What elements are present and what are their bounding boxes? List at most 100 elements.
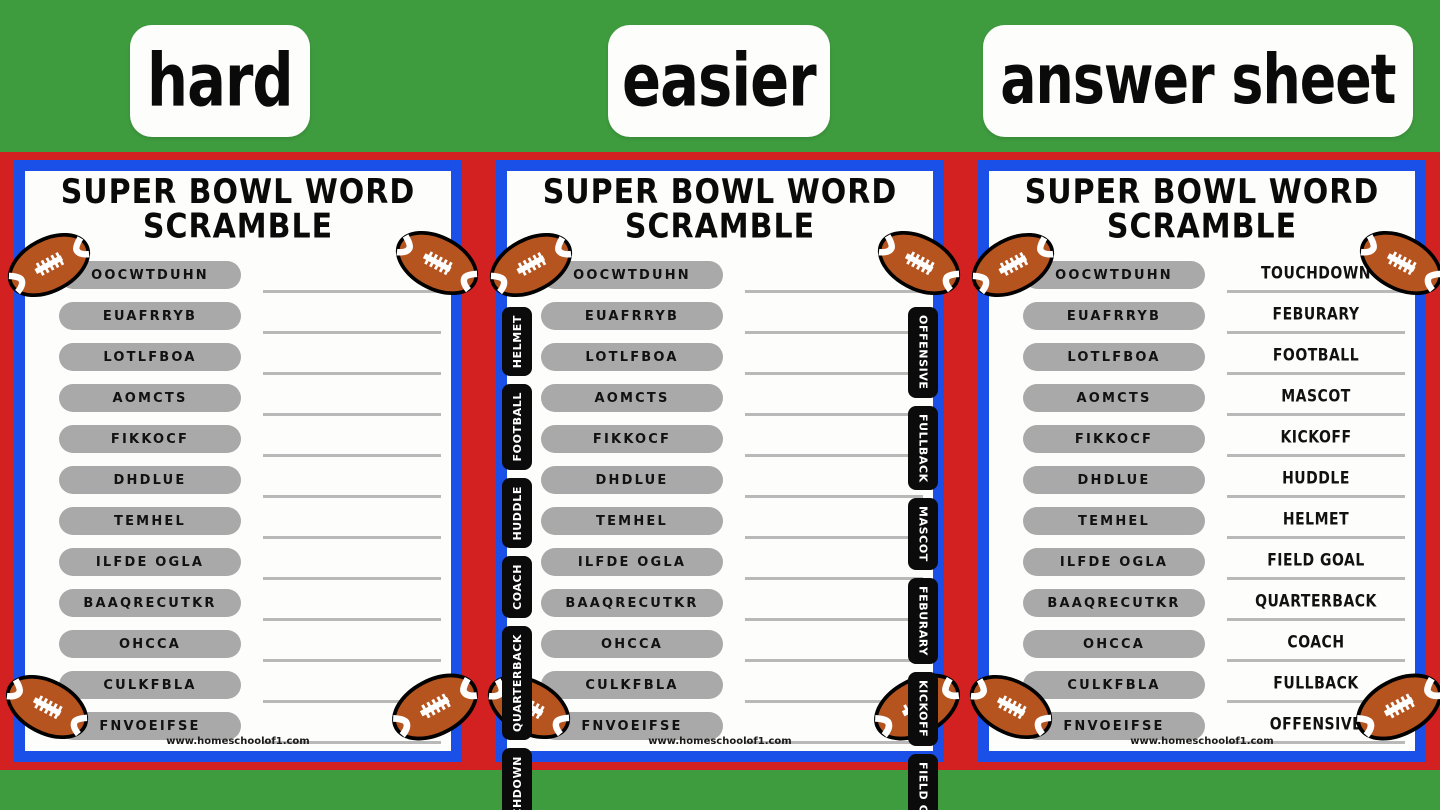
answer-value: FOOTBALL — [1227, 341, 1405, 375]
scrambled-word-pill: CULKFBLA — [541, 671, 723, 699]
scramble-row: TEMHEL — [507, 505, 933, 546]
answer-text: FOOTBALL — [1272, 346, 1360, 366]
worksheet-page: SUPER BOWL WORD SCRAMBLE OOCWTDUHN TOUCHD… — [969, 171, 1440, 751]
scrambled-word-pill: TEMHEL — [1023, 507, 1205, 535]
scramble-row: ILFDE OGLA FIELD GOAL — [989, 546, 1415, 587]
answer-blank-line[interactable] — [263, 300, 441, 334]
worksheet-page: SUPER BOWL WORD SCRAMBLE OOCWTDUHN EUAFRR… — [487, 171, 961, 810]
word-bank-tab-label: FULLBACK — [916, 413, 930, 483]
answer-blank-line[interactable] — [745, 669, 923, 703]
word-bank-tab-label: HUDDLE — [510, 485, 524, 541]
scrambled-word-pill: BAAQRECUTKR — [541, 589, 723, 617]
scrambled-word-pill: LOTLFBOA — [1023, 343, 1205, 371]
footer-url: www.homeschoolof1.com — [166, 736, 310, 747]
answer-blank-line[interactable] — [745, 587, 923, 621]
scramble-row: EUAFRRYB — [25, 300, 451, 341]
answer-value: TOUCHDOWN — [1227, 259, 1405, 293]
label-card-answer-sheet[interactable]: answer sheet — [983, 25, 1413, 137]
answer-value: MASCOT — [1227, 382, 1405, 416]
answer-blank-line[interactable] — [263, 587, 441, 621]
scramble-row-list: OOCWTDUHN EUAFRRYB LOTLFBOA AOMCTS FIKKOCF DH… — [25, 259, 451, 751]
header-strip: hard easier answer sheet — [0, 0, 1440, 152]
word-bank-tab-label: FEBURARY — [916, 586, 930, 657]
answer-blank-line[interactable] — [263, 341, 441, 375]
scrambled-word-pill: OHCCA — [59, 630, 241, 658]
answer-blank-line[interactable] — [745, 259, 923, 293]
answer-blank-line[interactable] — [745, 382, 923, 416]
scrambled-word-pill: ILFDE OGLA — [1023, 548, 1205, 576]
scramble-row: LOTLFBOA — [507, 341, 933, 382]
answer-text: HELMET — [1282, 510, 1350, 530]
scrambled-word-pill: ILFDE OGLA — [541, 548, 723, 576]
scramble-row: CULKFBLA — [507, 669, 933, 710]
answer-value: HELMET — [1227, 505, 1405, 539]
worksheet-title: SUPER BOWL WORD SCRAMBLE — [542, 172, 898, 247]
word-bank-left: HELMET FOOTBALL HUDDLE COACH QUARTERBACK TOUC… — [502, 307, 532, 810]
scrambled-word-pill: BAAQRECUTKR — [1023, 589, 1205, 617]
scramble-row: EUAFRRYB — [507, 300, 933, 341]
scramble-row: FIKKOCF — [25, 423, 451, 464]
answer-blank-line[interactable] — [745, 300, 923, 334]
scramble-row: AOMCTS — [25, 382, 451, 423]
scramble-row: BAAQRECUTKR — [25, 587, 451, 628]
answer-value: KICKOFF — [1227, 423, 1405, 457]
answer-blank-line[interactable] — [263, 259, 441, 293]
word-bank-tab-label: FOOTBALL — [510, 392, 524, 462]
word-bank-tab: HELMET — [502, 307, 532, 377]
worksheet-panel-answer-sheet[interactable]: SUPER BOWL WORD SCRAMBLE OOCWTDUHN TOUCHD… — [969, 160, 1440, 762]
answer-blank-line[interactable] — [263, 669, 441, 703]
scramble-row: CULKFBLA — [25, 669, 451, 710]
word-bank-tab: FIELD GOAL — [908, 753, 938, 810]
scramble-row: TEMHEL HELMET — [989, 505, 1415, 546]
scramble-row: DHDLUE HUDDLE — [989, 464, 1415, 505]
answer-blank-line[interactable] — [263, 423, 441, 457]
word-bank-tab-label: TOUCHDOWN — [510, 756, 524, 810]
label-card-hard-text: hard — [147, 38, 294, 124]
scrambled-word-pill: OOCWTDUHN — [541, 261, 723, 289]
answer-blank-line[interactable] — [745, 341, 923, 375]
label-card-hard[interactable]: hard — [130, 25, 310, 137]
scrambled-word-pill: AOMCTS — [1023, 384, 1205, 412]
scrambled-word-pill: TEMHEL — [541, 507, 723, 535]
answer-blank-line[interactable] — [745, 628, 923, 662]
answer-text: KICKOFF — [1280, 428, 1352, 448]
worksheet-page: SUPER BOWL WORD SCRAMBLE OOCWTDUHN EUAFRR… — [5, 171, 479, 751]
scramble-row: OOCWTDUHN TOUCHDOWN — [989, 259, 1415, 300]
answer-blank-line[interactable] — [745, 423, 923, 457]
scrambled-word-pill: AOMCTS — [541, 384, 723, 412]
answer-blank-line[interactable] — [263, 382, 441, 416]
scramble-row-list: OOCWTDUHN TOUCHDOWN EUAFRRYB FEBURARY LOTLFB… — [989, 259, 1415, 751]
answer-blank-line[interactable] — [745, 546, 923, 580]
footer-url: www.homeschoolof1.com — [1130, 736, 1274, 747]
answer-blank-line[interactable] — [745, 464, 923, 498]
scrambled-word-pill: TEMHEL — [59, 507, 241, 535]
scramble-row: AOMCTS — [507, 382, 933, 423]
scramble-row: LOTLFBOA — [25, 341, 451, 382]
worksheet-panel-easier[interactable]: SUPER BOWL WORD SCRAMBLE OOCWTDUHN EUAFRR… — [487, 160, 961, 810]
word-bank-tab: OFFENSIVE — [908, 307, 938, 398]
scrambled-word-pill: DHDLUE — [541, 466, 723, 494]
scrambled-word-pill: OOCWTDUHN — [1023, 261, 1205, 289]
answer-blank-line[interactable] — [263, 546, 441, 580]
answer-blank-line[interactable] — [263, 505, 441, 539]
scramble-row: CULKFBLA FULLBACK — [989, 669, 1415, 710]
answer-blank-line[interactable] — [745, 505, 923, 539]
word-bank-tab-label: KICKOFF — [916, 680, 930, 738]
scrambled-word-pill: OOCWTDUHN — [59, 261, 241, 289]
answer-text: FULLBACK — [1273, 674, 1359, 694]
label-card-easier[interactable]: easier — [608, 25, 830, 137]
word-bank-tab-label: FIELD GOAL — [916, 761, 930, 810]
answer-blank-line[interactable] — [263, 464, 441, 498]
word-bank-tab-label: HELMET — [510, 315, 524, 369]
worksheet-panel-hard[interactable]: SUPER BOWL WORD SCRAMBLE OOCWTDUHN EUAFRR… — [5, 160, 479, 762]
scramble-row: ILFDE OGLA — [25, 546, 451, 587]
scramble-row: OHCCA — [25, 628, 451, 669]
scrambled-word-pill: OHCCA — [541, 630, 723, 658]
scramble-row-list: OOCWTDUHN EUAFRRYB LOTLFBOA AOMCTS FIKKOCF DH… — [507, 259, 933, 751]
answer-value: COACH — [1227, 628, 1405, 662]
answer-text: COACH — [1287, 633, 1345, 653]
word-bank-tab-label: QUARTERBACK — [510, 634, 524, 733]
answer-blank-line[interactable] — [263, 628, 441, 662]
scrambled-word-pill: LOTLFBOA — [59, 343, 241, 371]
scramble-row: OOCWTDUHN — [25, 259, 451, 300]
